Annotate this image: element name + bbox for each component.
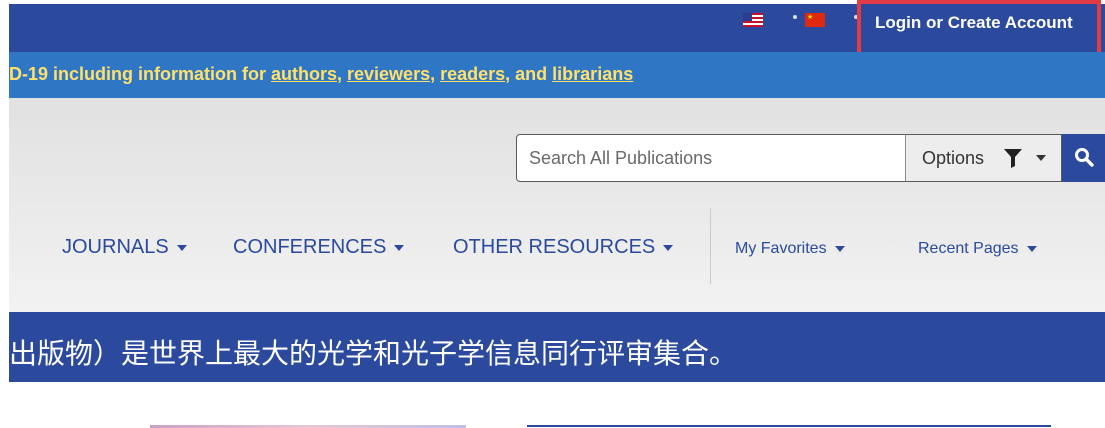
login-create-account-link[interactable]: Login or Create Account [875,13,1073,33]
chevron-down-icon [663,244,674,251]
chevron-down-icon [1036,155,1046,161]
nav-recent-pages-label: Recent Pages [918,240,1019,257]
authors-link[interactable]: authors, [271,64,342,84]
options-label: Options [922,148,985,168]
readers-link[interactable]: readers [440,64,505,84]
nav-conferences[interactable]: CONFERENCES [233,236,405,259]
chevron-down-icon [834,245,845,252]
notice-and: , and [505,64,553,84]
reviewers-link[interactable]: reviewers, [347,64,435,84]
separator-dot [793,15,797,19]
nav-conferences-label: CONFERENCES [233,236,387,258]
banner-text: 出版物）是世界上最大的光学和光子学信息同行评审集合。 [9,337,738,370]
librarians-link[interactable]: librarians [552,64,633,84]
nav-journals-label: JOURNALS [62,236,169,258]
nav-my-favorites[interactable]: My Favorites [735,240,845,258]
nav-recent-pages[interactable]: Recent Pages [918,240,1037,258]
nav-other-resources-label: OTHER RESOURCES [453,236,656,258]
nav-other-resources[interactable]: OTHER RESOURCES [453,236,674,259]
notice-text: D-19 including information for authors, r… [9,64,633,85]
flag-us-icon[interactable] [743,13,763,27]
search-button[interactable] [1062,134,1105,182]
flag-china-icon[interactable]: ★ [805,13,825,27]
search-icon [1075,148,1094,167]
flag-star: ★ [807,13,814,21]
flag-canton [743,13,752,21]
options-button[interactable]: Options [905,134,1062,182]
nav-divider [710,208,711,284]
intro-banner: 出版物）是世界上最大的光学和光子学信息同行评审集合。 [9,312,1105,382]
filter-icon [1004,149,1022,168]
chevron-down-icon [1026,245,1037,252]
notice-prefix: D-19 including information for [9,64,271,84]
nav-my-favorites-label: My Favorites [735,240,827,257]
notice-bar: D-19 including information for authors, r… [9,52,1105,98]
search-input[interactable] [516,134,906,182]
header-area [9,98,1105,312]
nav-journals[interactable]: JOURNALS [62,236,187,259]
chevron-down-icon [176,244,187,251]
chevron-down-icon [394,244,405,251]
